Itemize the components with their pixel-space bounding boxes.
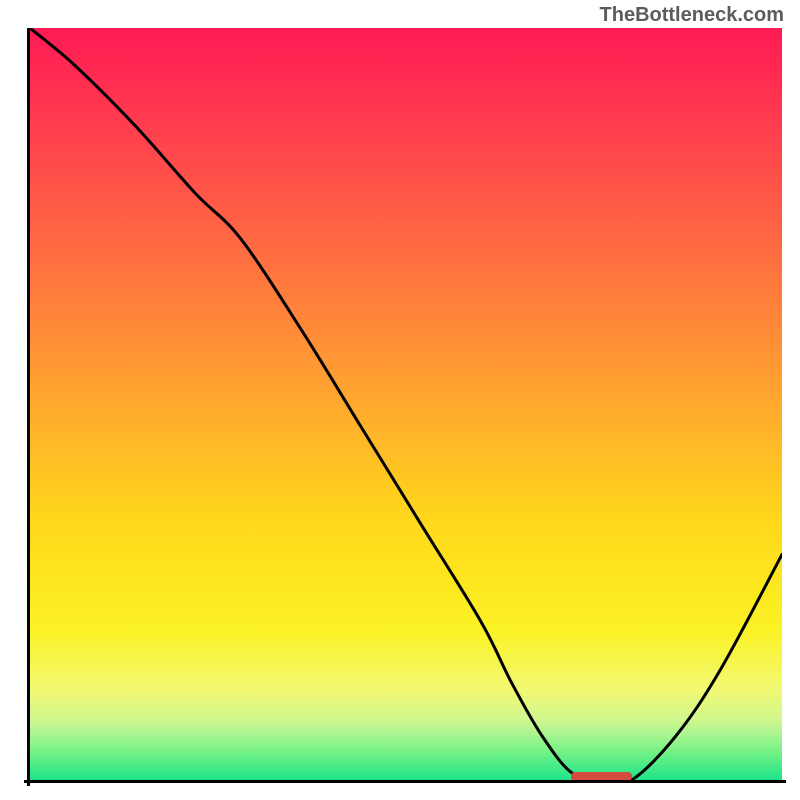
- bottleneck-curve: [30, 28, 782, 780]
- chart-container: TheBottleneck.com: [0, 0, 800, 800]
- x-axis: [24, 780, 786, 783]
- y-axis: [27, 28, 30, 786]
- watermark-text: TheBottleneck.com: [600, 4, 784, 27]
- plot-area: [30, 28, 782, 780]
- curve-svg: [30, 28, 782, 780]
